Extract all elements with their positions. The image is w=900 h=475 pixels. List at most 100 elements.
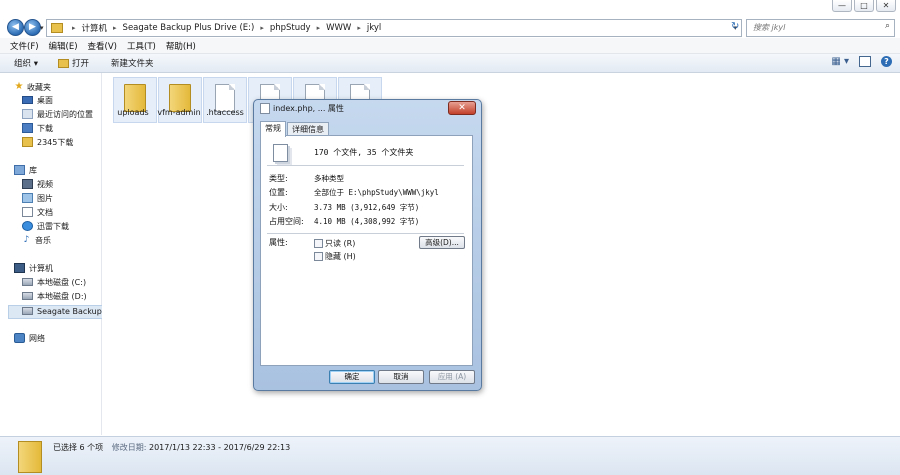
organize-button[interactable]: 组织 ▾ [14, 57, 38, 69]
dialog-title: index.php, ... 属性 [260, 103, 344, 114]
nav-network[interactable]: 网络 [14, 332, 45, 344]
refresh-icon[interactable]: ↻ [731, 20, 741, 34]
search-icon[interactable]: ⌕ [885, 21, 890, 31]
nav-libraries[interactable]: 库 [14, 164, 37, 176]
status-text: 已选择 6 个项 修改日期: 2017/1/13 22:33 - 2017/6/… [53, 442, 290, 453]
nav-pictures[interactable]: 图片 [22, 192, 53, 204]
search-input[interactable] [753, 20, 873, 34]
open-folder-icon [57, 58, 69, 68]
modified-value: 2017/1/13 22:33 - 2017/6/29 22:13 [148, 443, 291, 452]
advanced-button[interactable]: 高级(D)... [419, 236, 465, 249]
menu-file[interactable]: 文件(F) [10, 40, 39, 52]
preview-pane-icon[interactable] [859, 56, 871, 67]
dialog-close-button[interactable]: ✕ [448, 101, 476, 115]
type-row: 类型: 多种类型 [269, 174, 344, 183]
file-list: uploads vfm-admin .htaccess [102, 73, 900, 435]
help-icon[interactable]: ? [881, 56, 892, 67]
properties-dialog: index.php, ... 属性 ✕ 常规 详细信息 170 个文件, 35 … [253, 99, 482, 391]
multiple-files-icon [273, 144, 288, 162]
breadcrumb-computer[interactable]: 计算机 [82, 22, 108, 34]
breadcrumb-phpstudy[interactable]: phpStudy [270, 23, 311, 33]
nav-computer[interactable]: 计算机 [14, 262, 53, 274]
menu-tools[interactable]: 工具(T) [127, 40, 156, 52]
new-folder-button[interactable]: 新建文件夹 [111, 57, 154, 69]
forward-button[interactable]: ▶ [24, 19, 41, 36]
menu-edit[interactable]: 编辑(E) [49, 40, 78, 52]
tab-details[interactable]: 详细信息 [287, 122, 329, 136]
nav-recent[interactable]: 最近访问的位置 [22, 108, 93, 120]
view-controls: ▦ ▾ ? [831, 56, 892, 67]
nav-music[interactable]: ♪ 音乐 [22, 234, 51, 246]
selected-count: 已选择 6 个项 [53, 443, 104, 452]
drive-icon [22, 292, 33, 300]
open-button[interactable]: 打开 [57, 57, 89, 69]
file-label: .htaccess [206, 108, 244, 117]
maximize-button[interactable]: □ [854, 0, 874, 12]
nav-drive-c[interactable]: 本地磁盘 (C:) [22, 276, 86, 288]
attributes-label: 属性: [269, 238, 288, 247]
view-options-icon[interactable]: ▦ ▾ [831, 56, 849, 67]
file-icon [260, 103, 270, 114]
address-bar[interactable]: ▸ 计算机 ▸ Seagate Backup Plus Drive (E:) ▸… [46, 19, 742, 37]
back-button[interactable]: ◀ [7, 19, 24, 36]
file-label: uploads [117, 108, 149, 117]
nav-2345-downloads[interactable]: 2345下载 [22, 136, 73, 148]
breadcrumb: ▸ 计算机 ▸ Seagate Backup Plus Drive (E:) ▸… [72, 22, 382, 34]
address-row: ◀ ▶ ▾ ▸ 计算机 ▸ Seagate Backup Plus Drive … [0, 16, 900, 38]
caption-buttons: — □ ✕ [832, 0, 896, 13]
size-on-disk-row: 占用空间: 4.10 MB (4,308,992 字节) [269, 217, 420, 226]
navigation-pane: ★ 收藏夹 桌面 最近访问的位置 下载 2345下载 库 视频 图片 文档 迅雷下… [0, 73, 109, 435]
breadcrumb-www[interactable]: WWW [326, 23, 351, 33]
hidden-checkbox[interactable]: 隐藏 (H) [314, 251, 356, 262]
modified-label: 修改日期: [111, 443, 147, 452]
breadcrumb-jkyl[interactable]: jkyl [367, 23, 381, 33]
network-icon [14, 333, 25, 343]
location-row: 位置: 全部位于 E:\phpStudy\WWW\jkyl [269, 188, 439, 197]
nav-drive-e[interactable]: Seagate Backup P [22, 305, 109, 317]
nav-documents[interactable]: 文档 [22, 206, 53, 218]
folder-icon [22, 137, 33, 147]
nav-downloads[interactable]: 下载 [22, 122, 53, 134]
video-icon [22, 179, 33, 189]
close-button[interactable]: ✕ [876, 0, 896, 12]
general-panel: 170 个文件, 35 个文件夹 类型: 多种类型 位置: 全部位于 E:\phpS… [260, 135, 473, 366]
selection-thumbnail-icon [18, 441, 42, 473]
nav-drive-d[interactable]: 本地磁盘 (D:) [22, 290, 87, 302]
picture-icon [22, 193, 33, 203]
thunder-icon [22, 221, 33, 231]
search-box[interactable]: ⌕ [746, 19, 895, 37]
nav-videos[interactable]: 视频 [22, 178, 53, 190]
library-icon [14, 165, 25, 175]
desktop-icon [22, 96, 33, 104]
recent-places-icon [22, 109, 33, 119]
summary-text: 170 个文件, 35 个文件夹 [314, 148, 414, 157]
details-pane: 已选择 6 个项 修改日期: 2017/1/13 22:33 - 2017/6/… [0, 436, 900, 475]
external-drive-icon [22, 307, 33, 315]
menu-view[interactable]: 查看(V) [88, 40, 117, 52]
menu-bar: 文件(F) 编辑(E) 查看(V) 工具(T) 帮助(H) [0, 38, 900, 54]
nav-thunder-downloads[interactable]: 迅雷下载 [22, 220, 69, 232]
checkbox-icon [314, 252, 323, 261]
minimize-button[interactable]: — [832, 0, 852, 12]
apply-button[interactable]: 应用 (A) [429, 370, 475, 384]
downloads-icon [22, 123, 33, 133]
menu-help[interactable]: 帮助(H) [166, 40, 196, 52]
checkbox-icon [314, 239, 323, 248]
ok-button[interactable]: 确定 [329, 370, 375, 384]
file-label: vfm-admin [157, 108, 201, 117]
divider [267, 165, 464, 166]
history-dropdown[interactable]: ▾ [40, 24, 44, 32]
nav-desktop[interactable]: 桌面 [22, 94, 53, 106]
drive-icon [22, 278, 33, 286]
tab-general[interactable]: 常规 [260, 121, 286, 137]
document-icon [22, 207, 33, 217]
cancel-button[interactable]: 取消 [378, 370, 424, 384]
size-row: 大小: 3.73 MB (3,912,649 字节) [269, 203, 420, 212]
readonly-checkbox[interactable]: 只读 (R) [314, 238, 355, 249]
dialog-tabs: 常规 详细信息 [260, 121, 330, 137]
folder-icon [51, 23, 63, 33]
computer-icon [14, 263, 25, 273]
window-title-bar: — □ ✕ [0, 0, 900, 16]
nav-favorites[interactable]: ★ 收藏夹 [14, 81, 51, 93]
breadcrumb-drive[interactable]: Seagate Backup Plus Drive (E:) [123, 23, 255, 33]
